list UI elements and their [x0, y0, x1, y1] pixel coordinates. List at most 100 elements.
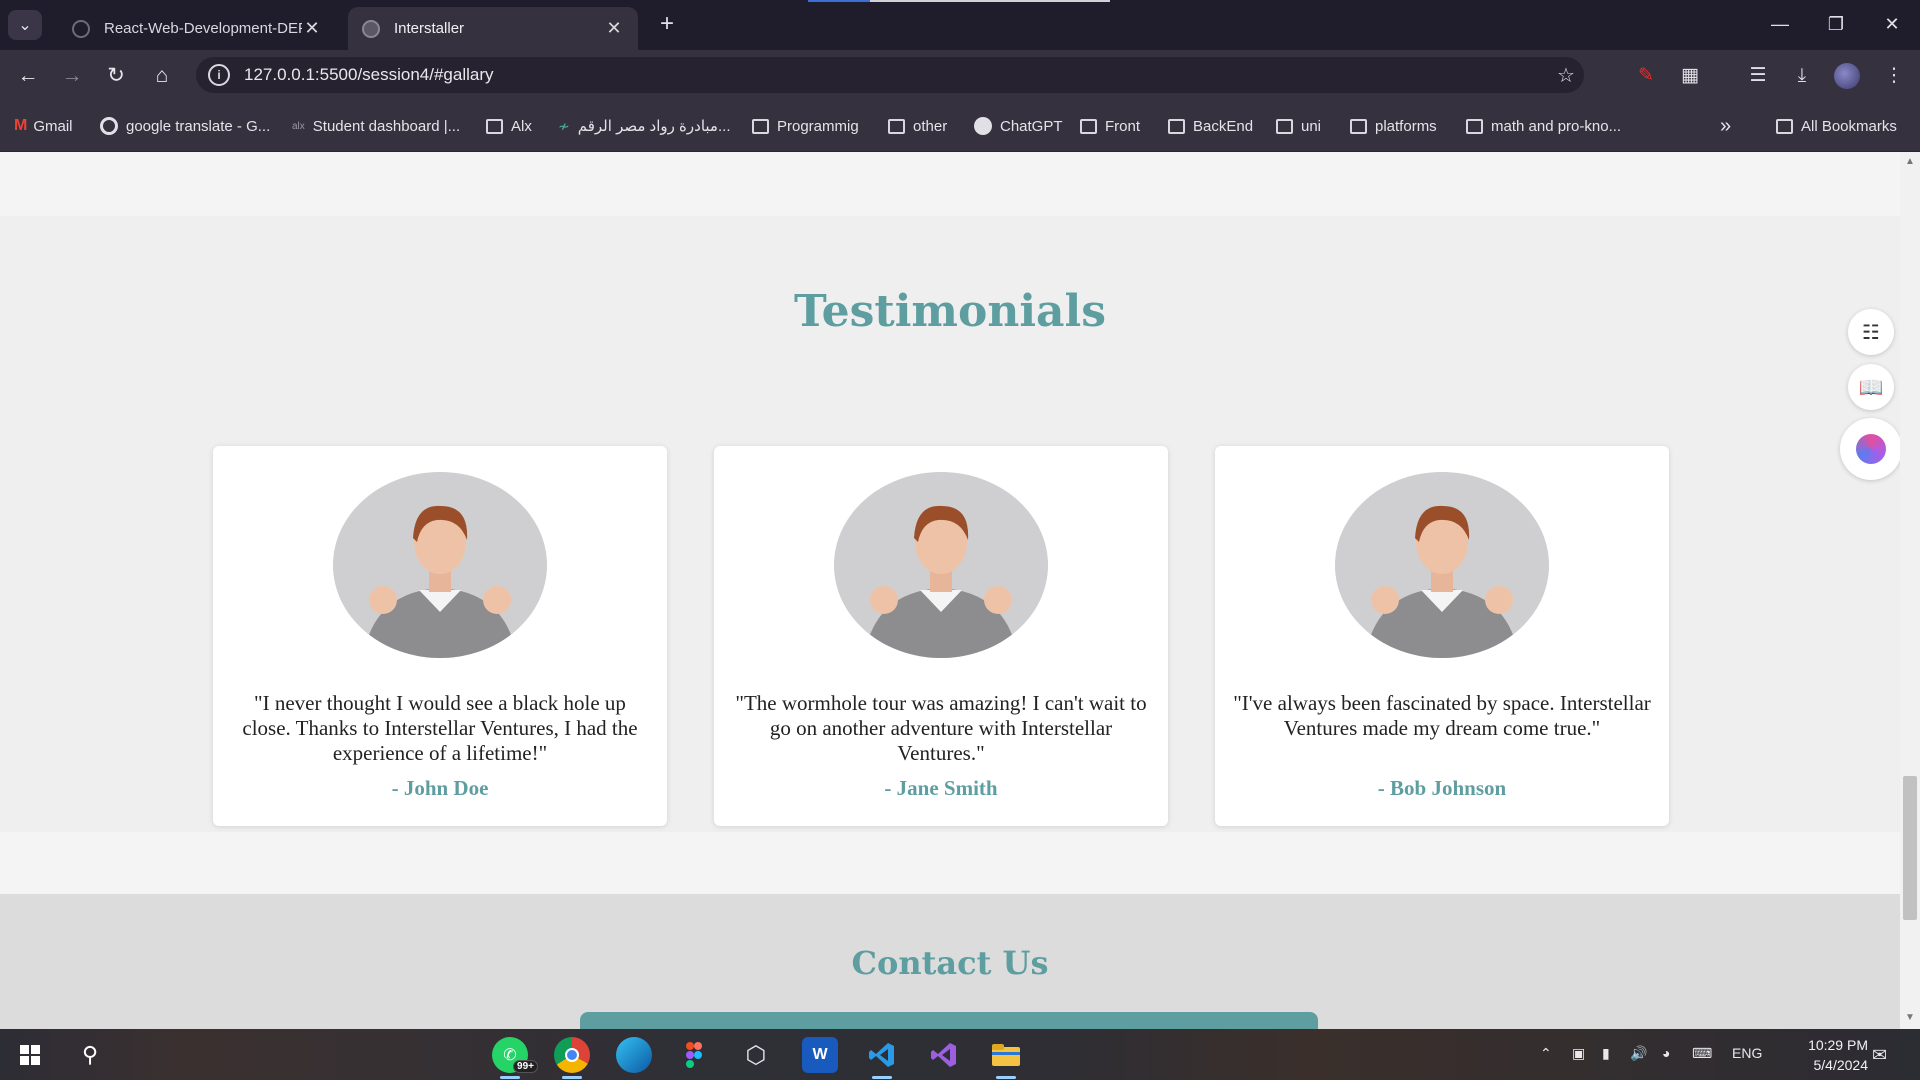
whatsapp-icon[interactable]: ✆ 99+	[492, 1037, 538, 1079]
folder-icon	[1276, 118, 1293, 134]
bookmarks-overflow-button[interactable]: »	[1720, 114, 1731, 138]
vscode-icon[interactable]	[864, 1037, 900, 1079]
reader-mode-icon[interactable]: 📖	[1848, 364, 1894, 410]
brain-icon	[1856, 434, 1886, 464]
bookmark-label: BackEnd	[1193, 117, 1254, 135]
virtualbox-icon[interactable]: ⬡	[738, 1037, 774, 1073]
gmail-icon: M	[14, 117, 28, 134]
scroll-up-arrow-icon[interactable]: ▲	[1904, 156, 1916, 168]
media-control-icon[interactable]: ☰	[1742, 60, 1774, 92]
figma-icon[interactable]	[676, 1037, 712, 1073]
bookmark-digital-egypt[interactable]: ≁ مبادرة رواد مصر الرقم...	[558, 114, 731, 138]
close-icon[interactable]: ✕	[604, 18, 624, 39]
bookmark-folder-uni[interactable]: uni	[1276, 114, 1321, 138]
testimonial-quote: "I never thought I would see a black hol…	[242, 691, 638, 765]
site-icon: ≁	[558, 117, 570, 134]
bookmark-folder-alx[interactable]: Alx	[486, 114, 532, 138]
tab-interstaller[interactable]: Interstaller ✕	[348, 7, 638, 50]
extensions-icon[interactable]: ▦	[1674, 60, 1706, 92]
bookmark-label: other	[913, 117, 948, 135]
tab-strip: ⌄ React-Web-Development-DEPI/ ✕ Intersta…	[0, 0, 1920, 50]
bookmark-google-translate[interactable]: google translate - G...	[100, 114, 270, 138]
file-explorer-icon[interactable]	[988, 1037, 1024, 1079]
testimonial-author: - Jane Smith	[884, 776, 998, 800]
clock-time: 10:29 PM	[1808, 1037, 1868, 1053]
volume-icon[interactable]: 🔊	[1630, 1045, 1647, 1062]
bookmark-label: Alx	[511, 117, 532, 135]
bookmark-folder-backend[interactable]: BackEnd	[1168, 114, 1253, 138]
chevron-up-icon[interactable]: ⌃	[1540, 1045, 1552, 1062]
language-indicator[interactable]: ENG	[1732, 1045, 1762, 1061]
bookmark-label: google translate - G...	[126, 117, 271, 135]
bookmark-star-icon[interactable]: ☆	[1548, 63, 1584, 88]
wifi-icon[interactable]: ◕	[1662, 1045, 1670, 1061]
profile-avatar[interactable]	[1834, 63, 1860, 89]
battery-icon[interactable]: ▮	[1602, 1045, 1610, 1062]
running-indicator	[996, 1076, 1016, 1079]
word-letter: W	[812, 1046, 828, 1063]
contact-form-header	[580, 1012, 1318, 1029]
ai-assistant-button[interactable]	[1840, 418, 1902, 480]
folder-icon	[1080, 118, 1097, 134]
folder-icon	[1350, 118, 1367, 134]
back-arrow-icon[interactable]: ←	[12, 60, 44, 92]
folder-icon	[888, 118, 905, 134]
running-indicator	[872, 1076, 892, 1079]
close-window-button[interactable]: ✕	[1864, 8, 1920, 40]
bookmark-label: Programmig	[777, 117, 859, 135]
bookmark-chatgpt[interactable]: ChatGPT	[974, 114, 1063, 138]
reload-icon[interactable]: ↻	[100, 60, 132, 92]
system-clock[interactable]: 10:29 PM 5/4/2024	[1768, 1035, 1868, 1075]
bookmark-folder-math[interactable]: math and pro-kno...	[1466, 114, 1621, 138]
chrome-icon[interactable]	[554, 1037, 590, 1079]
bookmark-folder-platforms[interactable]: platforms	[1350, 114, 1437, 138]
keyboard-icon[interactable]: ⌨	[1692, 1045, 1712, 1062]
tab-search-button[interactable]: ⌄	[8, 10, 42, 40]
globe-icon	[362, 19, 380, 38]
alx-icon: alx	[292, 120, 305, 132]
browser-toolbar: ← → ↻ ⌂ i 127.0.0.1:5500/session4/#galla…	[0, 50, 1920, 100]
new-tab-button[interactable]: +	[652, 10, 682, 40]
contact-title: Contact Us	[851, 944, 1049, 982]
url-text[interactable]: 127.0.0.1:5500/session4/#gallary	[244, 65, 1548, 85]
notifications-icon[interactable]: ✉	[1872, 1045, 1887, 1066]
tab-title: Interstaller	[394, 20, 465, 37]
bookmark-label: ChatGPT	[1000, 117, 1063, 135]
customer-photo	[834, 472, 1048, 658]
bookmark-folder-front[interactable]: Front	[1080, 114, 1140, 138]
contact-section: Contact Us	[0, 894, 1900, 1029]
restore-button[interactable]: ❐	[1808, 8, 1864, 40]
customer-photo	[1335, 472, 1549, 658]
testimonial-quote: "I've always been fascinated by space. I…	[1233, 691, 1651, 740]
testimonial-card: "I've always been fascinated by space. I…	[1215, 446, 1669, 826]
scroll-down-arrow-icon[interactable]: ▼	[1904, 1012, 1916, 1024]
pen-extension-icon[interactable]: ✎	[1630, 60, 1662, 92]
close-icon[interactable]: ✕	[302, 18, 322, 39]
site-info-icon[interactable]: i	[208, 64, 230, 86]
search-icon[interactable]: ⚲	[72, 1037, 108, 1073]
home-icon[interactable]: ⌂	[146, 60, 178, 92]
minimize-button[interactable]: —	[1752, 8, 1808, 40]
all-bookmarks-button[interactable]: All Bookmarks	[1776, 114, 1897, 138]
address-bar[interactable]: i 127.0.0.1:5500/session4/#gallary ☆	[196, 57, 1584, 93]
forward-arrow-icon[interactable]: →	[56, 60, 88, 92]
bookmark-label: Front	[1105, 117, 1141, 135]
folder-icon	[752, 118, 769, 134]
bookmark-folder-programmig[interactable]: Programmig	[752, 114, 859, 138]
download-icon[interactable]: ⤓	[1786, 60, 1818, 92]
translate-icon[interactable]: ☷	[1848, 309, 1894, 355]
folder-icon	[1776, 118, 1793, 134]
meet-now-icon[interactable]: ▣	[1572, 1045, 1585, 1062]
word-icon[interactable]: W	[802, 1037, 838, 1073]
visual-studio-icon[interactable]	[926, 1037, 962, 1073]
menu-kebab-icon[interactable]: ⋮	[1878, 60, 1910, 92]
tab-react-web-development[interactable]: React-Web-Development-DEPI/ ✕	[58, 7, 336, 50]
bookmark-gmail[interactable]: M Gmail	[14, 114, 73, 138]
scrollbar-thumb[interactable]	[1903, 776, 1917, 920]
loading-indicator-track	[870, 0, 1110, 2]
bookmark-folder-other[interactable]: other	[888, 114, 947, 138]
bookmark-student-dashboard[interactable]: alx Student dashboard |...	[292, 114, 460, 138]
google-icon	[100, 117, 118, 135]
edge-icon[interactable]	[616, 1037, 652, 1073]
start-button[interactable]	[12, 1037, 48, 1073]
